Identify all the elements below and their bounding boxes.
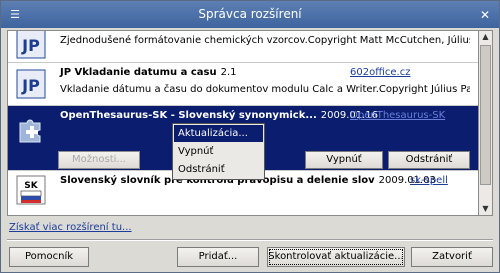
options-button[interactable]: Možnosti... [58,151,140,169]
scroll-down-arrow-icon[interactable]: ▼ [479,203,492,215]
extension-name-text: OpenThesaurus-SK - Slovenský synonymick.… [60,110,317,121]
scroll-thumb[interactable] [480,45,491,185]
get-more-extensions-link[interactable]: Získať viac rozšírení tu... [9,222,132,233]
svg-text:JP: JP [21,36,40,55]
puzzle-icon [19,119,41,143]
extension-icon: JP [16,31,46,59]
close-window-icon[interactable]: ✕ [477,7,493,23]
context-menu-update[interactable]: Aktualizácia... [174,125,263,142]
extension-icon: JP [16,69,46,99]
add-button[interactable]: Pridať... [177,247,259,267]
extension-name: OpenThesaurus-SK - Slovenský synonymick.… [60,110,378,121]
svg-text:JP: JP [21,76,40,95]
extension-publisher-link[interactable]: 602office.cz [350,67,410,78]
title-bar[interactable]: ☰ Správca rozšírení ✕ [1,1,499,28]
context-menu-remove[interactable]: Odstrániť [174,161,263,178]
check-updates-button[interactable]: Skontrolovať aktualizácie... [267,247,405,267]
extension-list[interactable]: JP Zjednodušené formátovanie chemických … [7,30,479,216]
context-menu-disable[interactable]: Vypnúť [174,143,263,160]
svg-text:SK: SK [24,181,38,191]
remove-button[interactable]: Odstrániť [388,151,470,169]
list-scrollbar[interactable]: ▲ ▼ [479,30,493,216]
extension-publisher-link[interactable]: sk-spell [410,175,448,186]
extension-publisher-link[interactable]: OpenThesaurus-SK [350,110,445,121]
sk-spell-icon: SK [16,175,46,205]
close-button[interactable]: Zatvoriť [411,247,493,267]
window-title: Správca rozšírení [198,7,302,21]
extension-description: Zjednodušené formátovanie chemických vzo… [60,35,470,46]
extension-name-text: JP Vkladanie datumu a casu [60,67,217,78]
disable-button[interactable]: Vypnúť [305,151,383,169]
footer-divider-highlight [7,240,493,241]
help-button[interactable]: Pomocník [9,247,89,267]
extension-description: Vkladanie dátumu a času do dokumentov mo… [60,84,470,95]
extension-name: JP Vkladanie datumu a casu 2.1 [60,67,237,78]
extension-manager-window: ☰ Správca rozšírení ✕ JP Zjednodušené fo… [0,0,500,273]
scroll-up-arrow-icon[interactable]: ▲ [479,31,492,43]
extension-version: 2.1 [220,67,237,78]
extension-item[interactable]: JP Zjednodušené formátovanie chemických … [8,31,478,63]
extension-item[interactable]: JP JP Vkladanie datumu a casu 2.1 602offi… [8,63,478,105]
context-menu: Aktualizácia... Vypnúť Odstrániť [172,123,265,180]
